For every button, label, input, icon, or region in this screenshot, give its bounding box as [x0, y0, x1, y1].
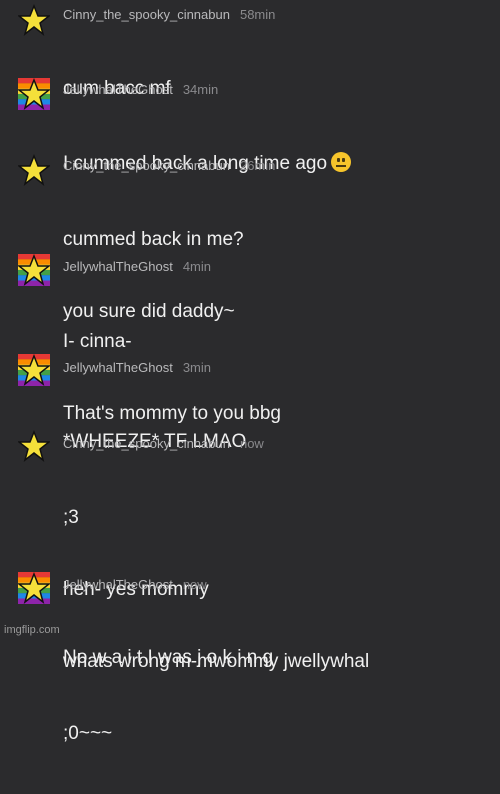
username[interactable]: JellywhalTheGhost: [63, 259, 173, 274]
username[interactable]: JellywhalTheGhost: [63, 82, 173, 97]
message-text: No w a i t I was j o k i n g: [63, 598, 273, 718]
message-line: I- cinna-: [63, 331, 132, 352]
rainbow-star-icon: [18, 78, 50, 110]
message-header: JellywhalTheGhost 3min: [63, 360, 211, 375]
username[interactable]: Cinny_the_spooky_cinnabun: [63, 7, 230, 22]
username[interactable]: JellywhalTheGhost: [63, 360, 173, 375]
watermark: imgflip.com: [4, 624, 60, 636]
message-header: Cinny_the_spooky_cinnabun 26min: [63, 158, 275, 173]
timestamp: 26min: [239, 158, 276, 173]
username[interactable]: JellywhalTheGhost: [63, 577, 173, 592]
message-header: JellywhalTheGhost now: [63, 577, 207, 592]
timestamp: 58min: [239, 7, 276, 22]
message-line: ;0~~~: [63, 723, 113, 744]
rainbow-star-icon: [18, 572, 50, 604]
message-line: cummed back in me?: [63, 229, 244, 250]
star-icon: [18, 430, 50, 462]
username[interactable]: Cinny_the_spooky_cinnabun: [63, 158, 230, 173]
message-header: Cinny_the_spooky_cinnabun now: [63, 436, 264, 451]
message-header: JellywhalTheGhost 34min: [63, 82, 218, 97]
star-icon: [18, 4, 50, 36]
timestamp: 34min: [182, 82, 219, 97]
message-line: No w a i t I was j o k i n g: [63, 647, 274, 668]
avatar[interactable]: [18, 354, 50, 386]
timestamp: now: [239, 436, 264, 451]
avatar[interactable]: [18, 430, 50, 462]
message-header: JellywhalTheGhost 4min: [63, 259, 211, 274]
rainbow-star-icon: [18, 354, 50, 386]
neutral-face-icon: [331, 152, 352, 172]
username[interactable]: Cinny_the_spooky_cinnabun: [63, 436, 230, 451]
timestamp: 3min: [182, 360, 212, 375]
message-line: ;3: [63, 507, 79, 528]
avatar[interactable]: [18, 154, 50, 186]
timestamp: 4min: [182, 259, 212, 274]
rainbow-star-icon: [18, 254, 50, 286]
timestamp: now: [182, 577, 207, 592]
message-header: Cinny_the_spooky_cinnabun 58min: [63, 7, 275, 22]
avatar[interactable]: [18, 78, 50, 110]
avatar[interactable]: [18, 4, 50, 36]
avatar[interactable]: [18, 254, 50, 286]
star-icon: [18, 154, 50, 186]
avatar[interactable]: [18, 572, 50, 604]
